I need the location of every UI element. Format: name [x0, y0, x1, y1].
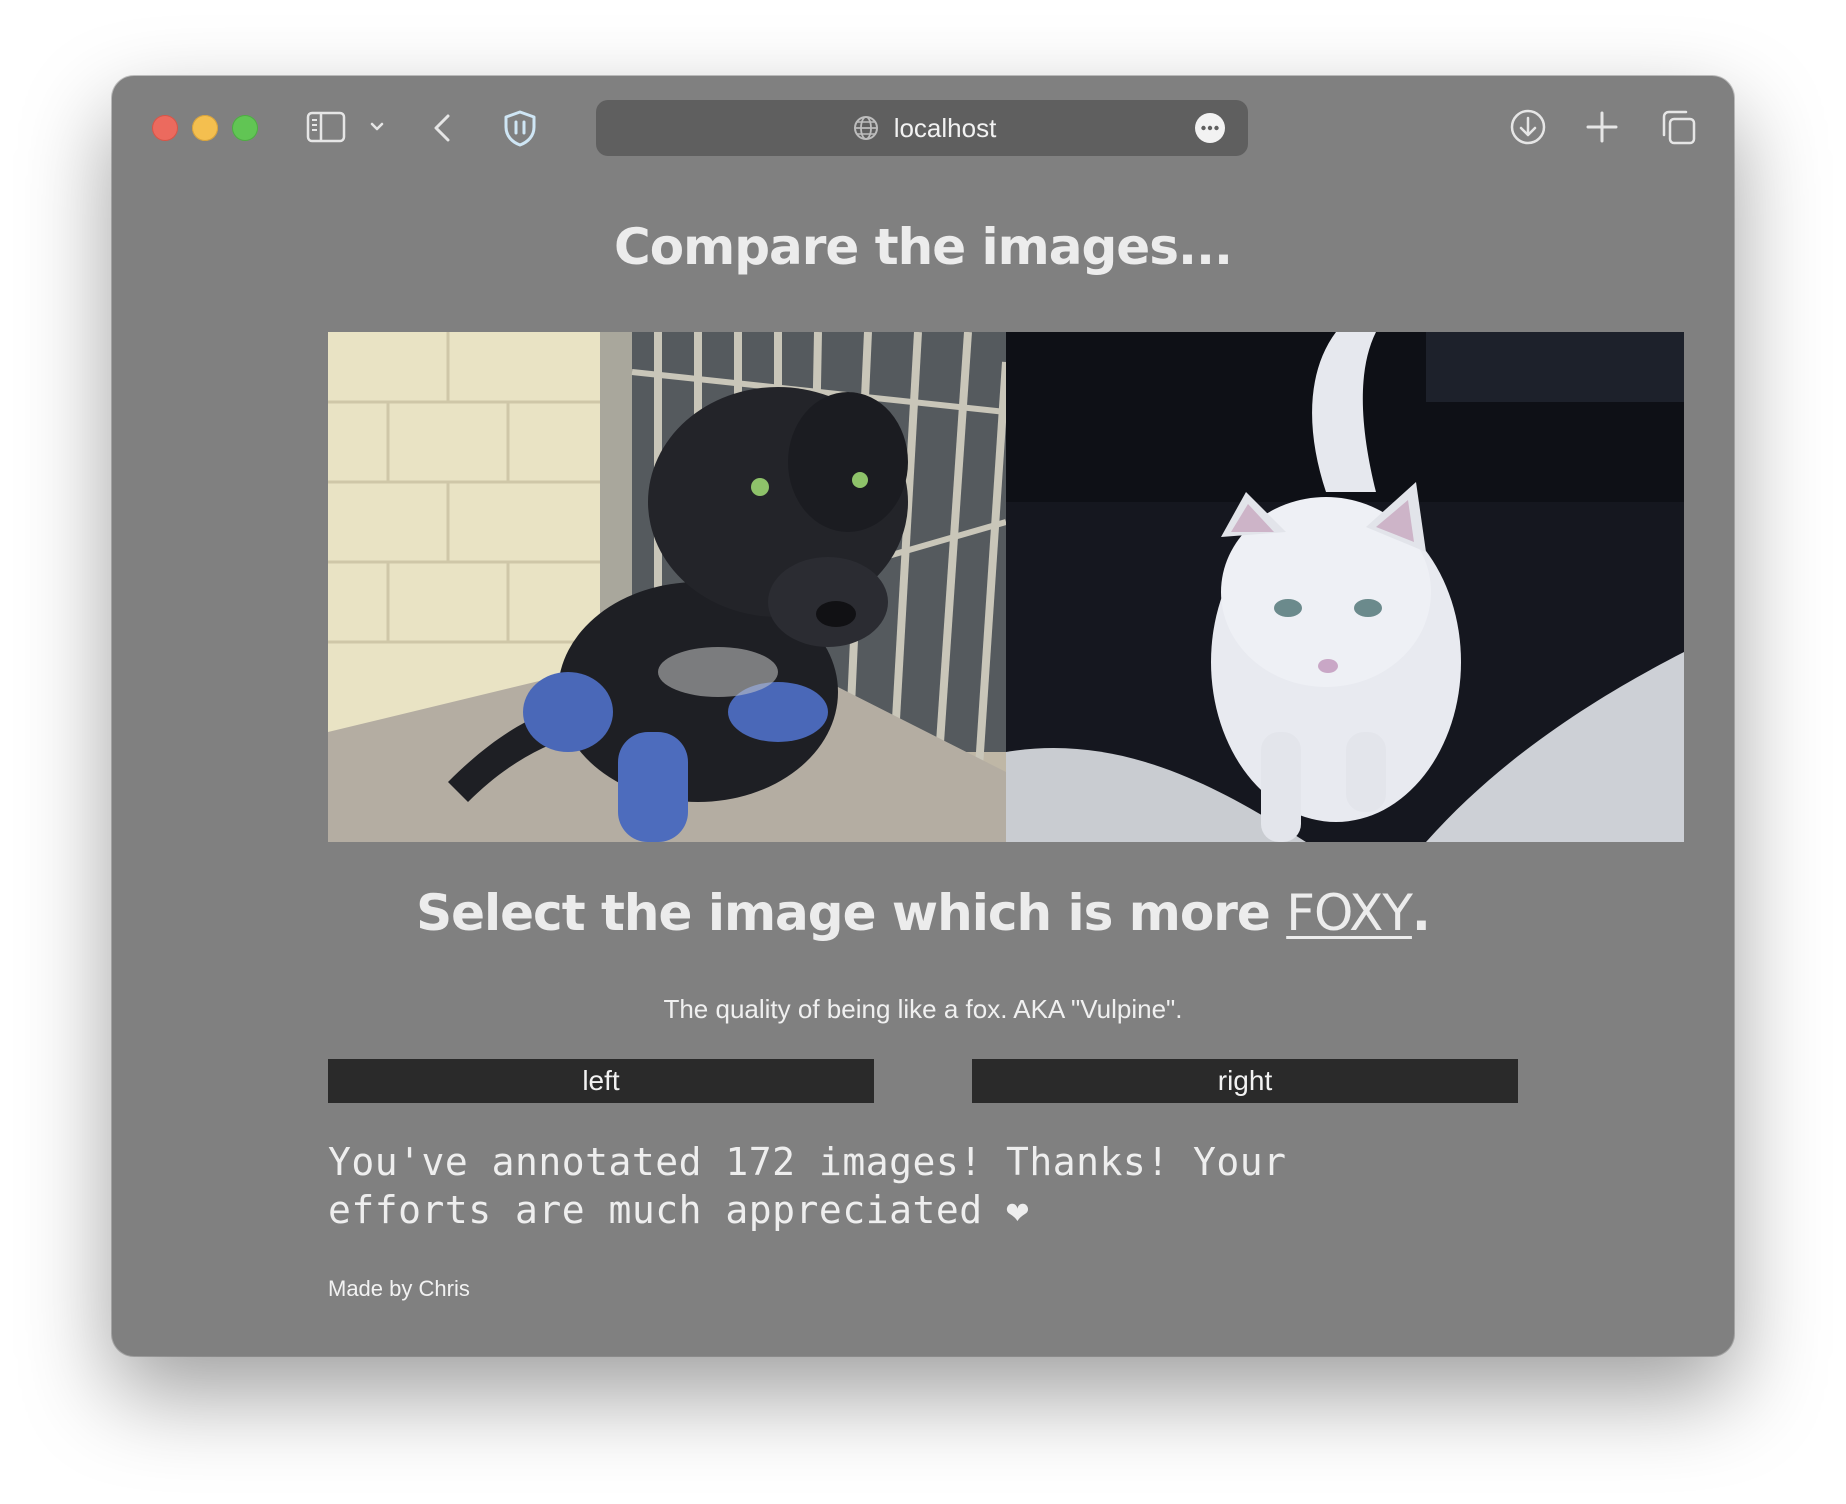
page-title: Compare the images... — [614, 218, 1233, 276]
tab-overview-icon[interactable] — [1658, 107, 1698, 147]
select-left-button[interactable]: left — [328, 1059, 874, 1103]
sidebar-icon[interactable] — [306, 110, 346, 144]
attribute-link[interactable]: FOXY — [1286, 884, 1413, 942]
address-text: localhost — [893, 113, 997, 143]
left-image[interactable] — [328, 332, 1006, 842]
annotation-count-message: You've annotated 172 images! Thanks! You… — [328, 1140, 1287, 1232]
more-options-icon[interactable] — [1194, 112, 1226, 144]
cat-photo — [1006, 332, 1684, 842]
chevron-down-icon[interactable] — [368, 118, 386, 136]
select-right-button[interactable]: right — [972, 1059, 1518, 1103]
right-image[interactable] — [1006, 332, 1684, 842]
attribute-description: The quality of being like a fox. AKA "Vu… — [663, 994, 1183, 1024]
browser-window: localhost Compare the images... Select t… — [112, 76, 1734, 1356]
maximize-window-button[interactable] — [232, 115, 258, 141]
question-prefix: Select the image which is more — [416, 884, 1287, 942]
shield-icon[interactable] — [500, 108, 540, 148]
footer-credit: Made by Chris — [328, 1276, 470, 1301]
question-suffix: . — [1411, 884, 1431, 942]
download-icon[interactable] — [1508, 107, 1548, 147]
minimize-window-button[interactable] — [192, 115, 218, 141]
close-window-button[interactable] — [152, 115, 178, 141]
address-bar[interactable]: localhost — [596, 100, 1248, 156]
question-heading: Select the image which is more FOXY. — [112, 884, 1734, 942]
puppy-photo — [328, 332, 1006, 842]
new-tab-plus-icon[interactable] — [1584, 109, 1620, 145]
back-arrow-icon[interactable] — [430, 110, 454, 146]
browser-toolbar: localhost — [112, 76, 1734, 176]
